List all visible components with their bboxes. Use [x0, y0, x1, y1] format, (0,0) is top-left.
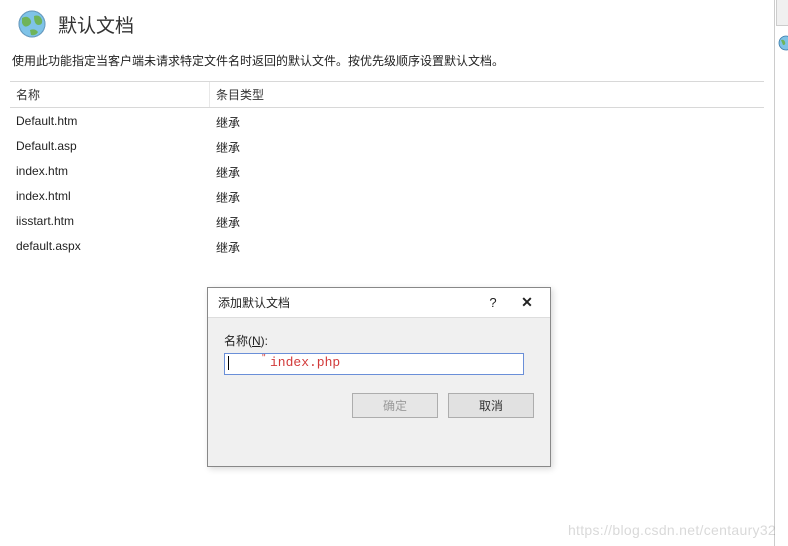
table-row[interactable]: index.html 继承 [10, 185, 764, 210]
dialog-body: 名称(N): " index.php [208, 318, 550, 383]
cell-type: 继承 [210, 187, 330, 208]
close-button[interactable]: ✕ [510, 289, 544, 317]
dialog-buttons: 确定 取消 [208, 383, 550, 430]
name-input[interactable] [224, 353, 524, 375]
add-default-document-dialog: 添加默认文档 ? ✕ 名称(N): " index.php 确定 取消 [207, 287, 551, 467]
name-field-label: 名称(N): [224, 332, 534, 349]
cell-name: default.aspx [10, 237, 210, 258]
table-row[interactable]: default.aspx 继承 [10, 235, 764, 260]
cell-type: 继承 [210, 137, 330, 158]
watermark: https://blog.csdn.net/centaury32 [568, 522, 776, 538]
label-prefix: 名称( [224, 334, 252, 348]
cell-name: index.html [10, 187, 210, 208]
panel-header: 默认文档 [0, 0, 774, 44]
dialog-title: 添加默认文档 [218, 294, 476, 311]
table-row[interactable]: index.htm 继承 [10, 160, 764, 185]
cell-type: 继承 [210, 212, 330, 233]
ok-button[interactable]: 确定 [352, 393, 438, 418]
globe-icon [778, 35, 788, 51]
cancel-button[interactable]: 取消 [448, 393, 534, 418]
table-body: Default.htm 继承 Default.asp 继承 index.htm … [10, 108, 764, 260]
cell-name: iisstart.htm [10, 212, 210, 233]
cell-name: index.htm [10, 162, 210, 183]
dialog-titlebar[interactable]: 添加默认文档 ? ✕ [208, 288, 550, 318]
cell-type: 继承 [210, 237, 330, 258]
label-accelerator: N [252, 334, 261, 348]
documents-table: 名称 条目类型 Default.htm 继承 Default.asp 继承 in… [10, 81, 764, 260]
label-suffix: ): [261, 334, 268, 348]
table-header: 名称 条目类型 [10, 82, 764, 108]
page-description: 使用此功能指定当客户端未请求特定文件名时返回的默认文件。按优先级顺序设置默认文档… [0, 44, 774, 77]
right-sidebar-sliver [776, 0, 788, 26]
page-title: 默认文档 [58, 11, 134, 38]
cell-name: Default.htm [10, 112, 210, 133]
cell-type: 继承 [210, 112, 330, 133]
text-cursor [228, 356, 229, 370]
default-documents-panel: 默认文档 使用此功能指定当客户端未请求特定文件名时返回的默认文件。按优先级顺序设… [0, 0, 775, 546]
table-row[interactable]: Default.htm 继承 [10, 110, 764, 135]
table-row[interactable]: Default.asp 继承 [10, 135, 764, 160]
table-row[interactable]: iisstart.htm 继承 [10, 210, 764, 235]
name-input-wrap: " index.php [224, 353, 524, 375]
cell-name: Default.asp [10, 137, 210, 158]
help-button[interactable]: ? [476, 289, 510, 317]
globe-icon [16, 8, 48, 40]
column-header-name[interactable]: 名称 [10, 82, 210, 107]
cell-type: 继承 [210, 162, 330, 183]
column-header-type[interactable]: 条目类型 [210, 82, 330, 107]
